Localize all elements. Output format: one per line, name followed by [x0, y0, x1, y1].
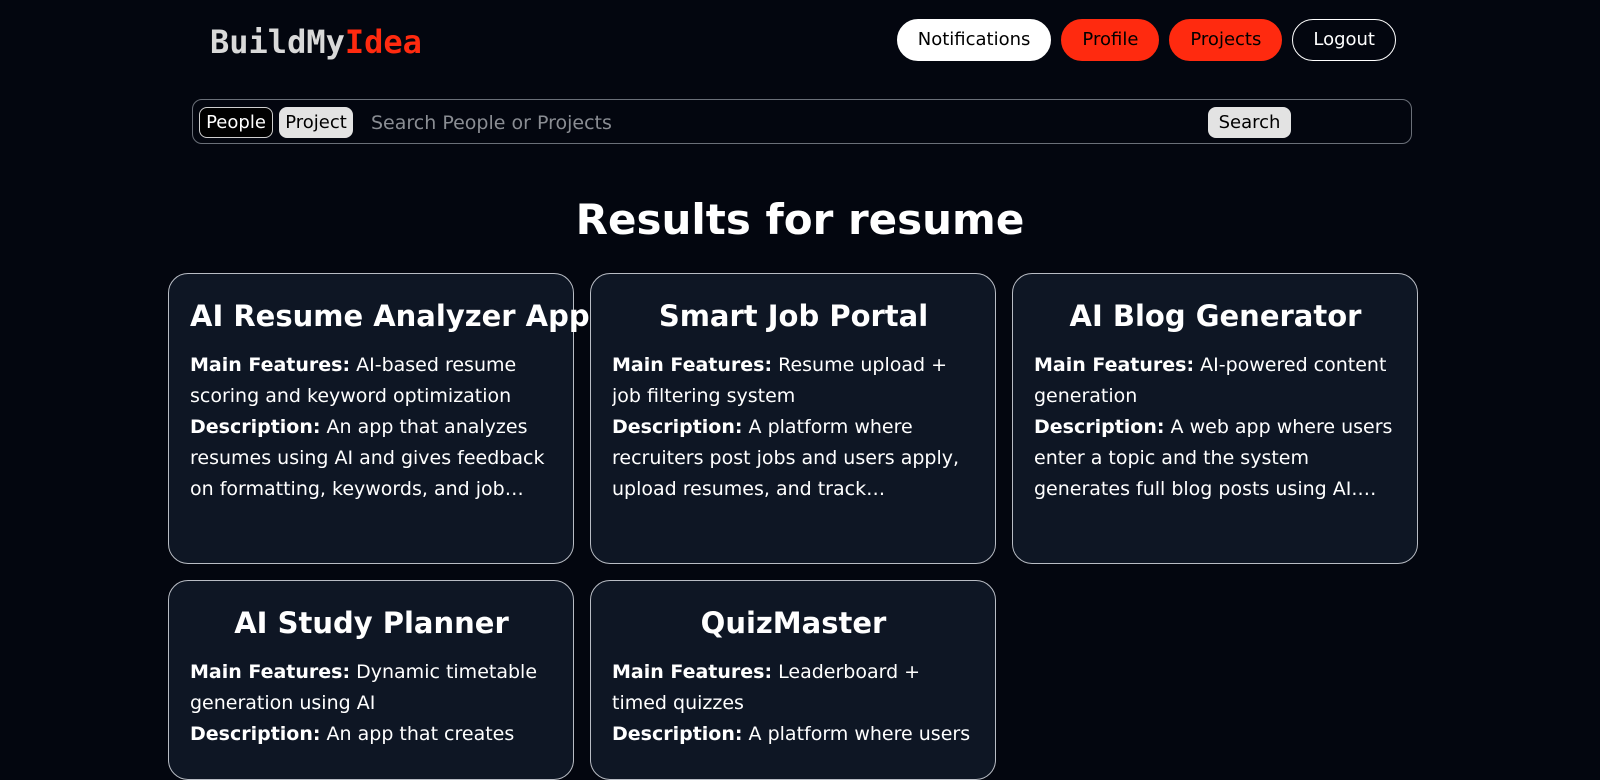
description-label: Description: [612, 723, 743, 745]
main-features-label: Main Features: [190, 661, 351, 683]
project-card-body: Main Features: Dynamic timetable generat… [190, 657, 553, 750]
logo-text-buildmy: BuildMy [210, 23, 345, 61]
toggle-project[interactable]: Project [279, 107, 353, 138]
profile-button[interactable]: Profile [1061, 19, 1160, 61]
description-label: Description: [1034, 416, 1165, 438]
toggle-people[interactable]: People [199, 107, 273, 138]
search-input[interactable] [371, 107, 1171, 138]
logo[interactable]: BuildMyIdea [210, 20, 422, 64]
description-value: An app that creates [326, 723, 515, 745]
project-card[interactable]: AI Resume Analyzer App Main Features: AI… [168, 273, 590, 564]
header: BuildMyIdea Notifications Profile Projec… [0, 0, 1600, 80]
description-label: Description: [612, 416, 743, 438]
main-features-label: Main Features: [1034, 354, 1195, 376]
project-card-title: AI Blog Generator [1069, 299, 1362, 333]
project-card[interactable]: Smart Job Portal Main Features: Resume u… [590, 273, 996, 564]
logo-text-idea: Idea [344, 23, 422, 61]
project-card-text: Main Features: AI-based resume scoring a… [190, 350, 553, 505]
main-features-label: Main Features: [612, 354, 773, 376]
search-bar: People Project Search [192, 99, 1412, 144]
project-card-body: Main Features: AI-based resume scoring a… [190, 350, 553, 505]
description-label: Description: [190, 416, 321, 438]
project-card-text: Main Features: AI-powered content genera… [1034, 350, 1397, 505]
projects-button[interactable]: Projects [1169, 19, 1283, 61]
project-card-text: Main Features: Resume upload + job filte… [612, 350, 975, 505]
project-card[interactable]: AI Study Planner Main Features: Dynamic … [168, 580, 574, 780]
top-nav: Notifications Profile Projects Logout [896, 19, 1396, 61]
notifications-button[interactable]: Notifications [896, 19, 1052, 61]
search-button[interactable]: Search [1208, 107, 1291, 138]
project-card-body: Main Features: Leaderboard + timed quizz… [612, 657, 975, 750]
project-card-body: Main Features: Resume upload + job filte… [612, 350, 975, 505]
results-title: Results for resume [575, 195, 1025, 244]
project-card-text: Main Features: Dynamic timetable generat… [190, 657, 553, 750]
project-card-title: Smart Job Portal [658, 299, 929, 333]
project-card-title: AI Study Planner [234, 606, 509, 640]
project-card-body: Main Features: AI-powered content genera… [1034, 350, 1397, 505]
logout-button[interactable]: Logout [1292, 19, 1396, 61]
description-value: A platform where users [748, 723, 971, 745]
main-features-label: Main Features: [612, 661, 773, 683]
description-label: Description: [190, 723, 321, 745]
project-card-title: AI Resume Analyzer App [190, 299, 590, 333]
project-card[interactable]: QuizMaster Main Features: Leaderboard + … [590, 580, 996, 780]
project-card[interactable]: AI Blog Generator Main Features: AI-powe… [1012, 273, 1418, 564]
project-card-text: Main Features: Leaderboard + timed quizz… [612, 657, 975, 750]
main-features-label: Main Features: [190, 354, 351, 376]
project-card-title: QuizMaster [700, 606, 887, 640]
